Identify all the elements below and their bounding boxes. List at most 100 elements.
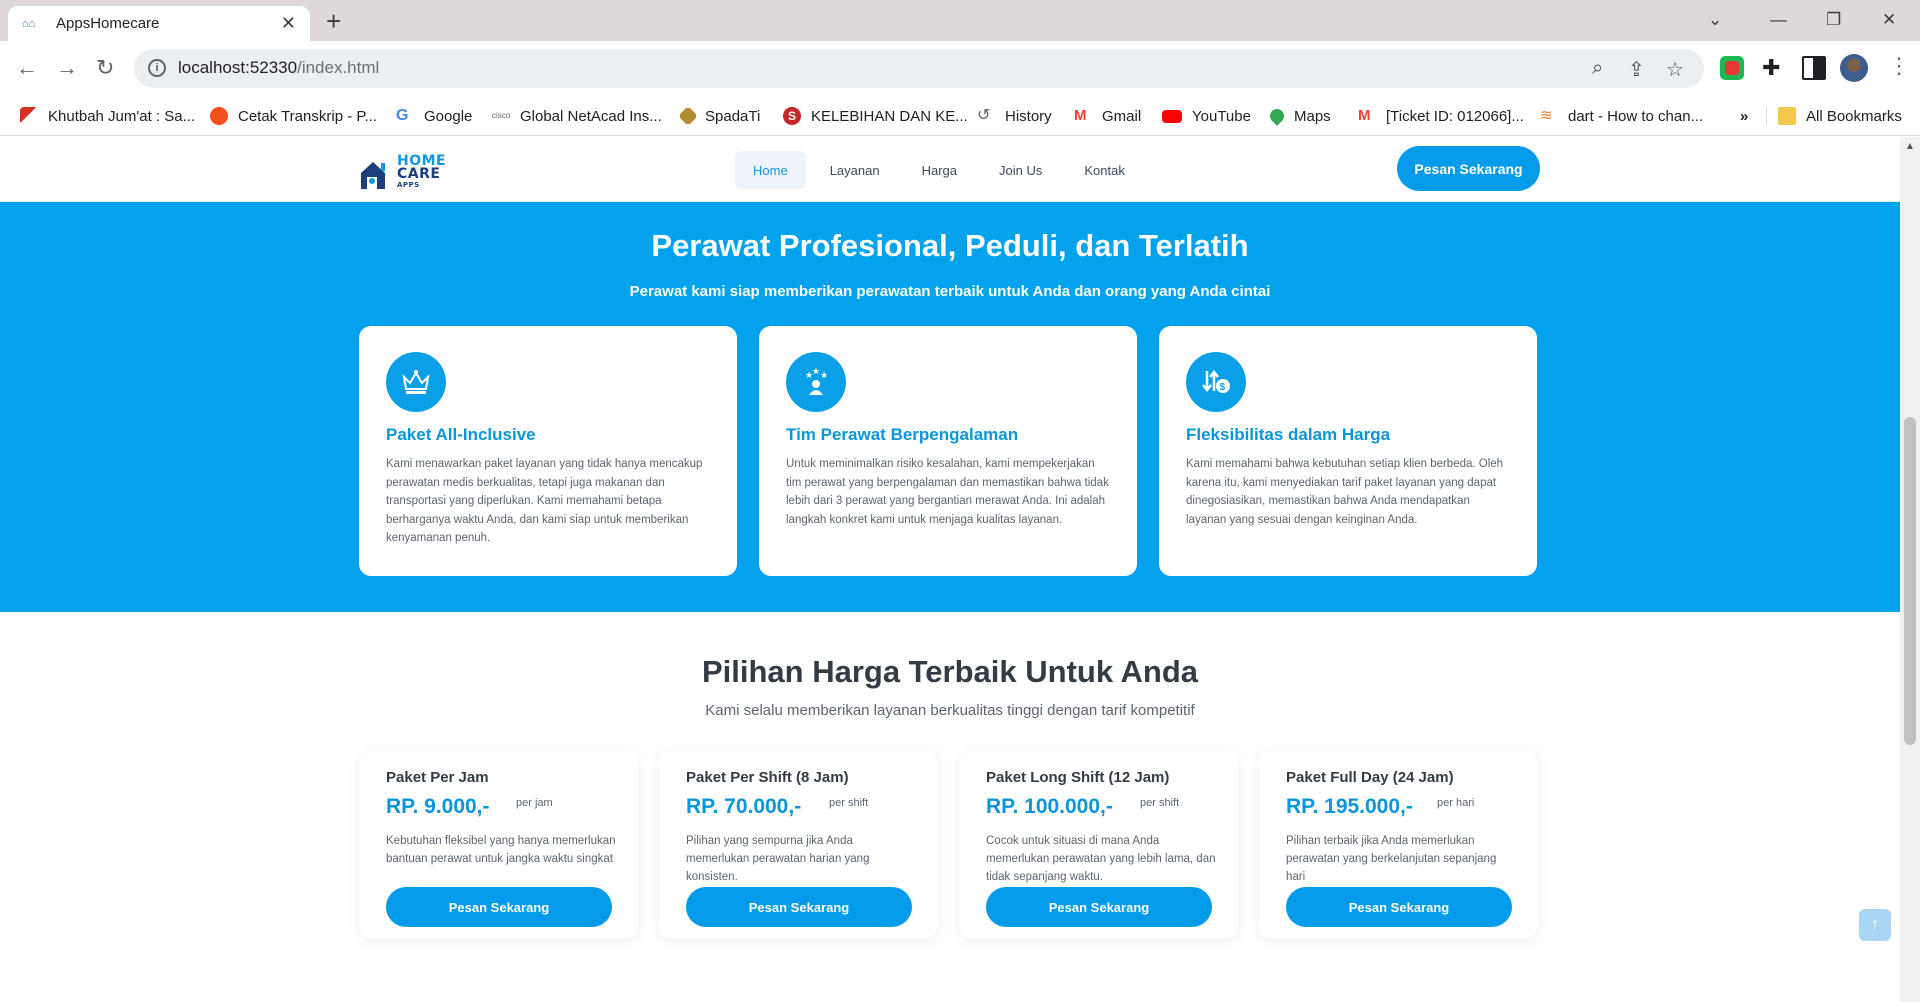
menu-harga[interactable]: Harga [904,151,975,189]
crown-icon [386,352,446,412]
features-title: Perawat Profesional, Peduli, dan Terlati… [651,228,1249,263]
bookmark-item[interactable]: ↺ History [977,96,1052,136]
site-info-icon[interactable]: i [148,59,166,77]
bookmarks-overflow-button[interactable]: » [1740,96,1748,136]
svg-text:★: ★ [820,370,828,380]
team-stars-icon: ★ ★ ★ [786,352,846,412]
stackoverflow-icon: ≋ [1540,107,1553,124]
history-icon: ↺ [977,107,991,124]
order-button[interactable]: Pesan Sekarang [686,887,912,927]
pricing-card-full-day: Paket Full Day (24 Jam) RP. 195.000,- pe… [1259,751,1538,938]
extensions-puzzle-icon[interactable]: ✚ [1762,55,1780,81]
bookmark-item[interactable]: S KELEBIHAN DAN KE... [783,96,968,136]
orange-box-icon [210,107,228,125]
menu-layanan[interactable]: Layanan [812,151,898,189]
plan-unit: per shift [829,797,869,809]
house-logo-icon [361,162,385,189]
svg-text:$: $ [1220,382,1226,393]
zoom-icon[interactable]: ⌕ [1592,57,1603,80]
browser-tabbar: ⌂⌂ AppsHomecare ✕ + ⌄ — ❐ ✕ [0,0,1920,41]
bookmark-item[interactable]: Cetak Transkrip - P... [210,96,377,136]
plan-description: Cocok untuk situasi di mana Anda memerlu… [986,835,1216,883]
back-to-top-button[interactable]: ↑ [1859,909,1891,941]
feature-card-price: $ Fleksibilitas dalam Harga Kami memaham… [1159,326,1537,576]
page-scrollbar[interactable]: ▲ [1900,137,1920,1002]
bookmark-item[interactable]: ≋ dart - How to chan... [1540,96,1703,136]
bookmark-item[interactable]: M Gmail [1074,96,1141,136]
menu-join-us[interactable]: Join Us [981,151,1060,189]
feature-text: Kami menawarkan paket layanan yang tidak… [386,458,703,544]
plan-price: RP. 70.000,- [686,795,802,818]
pricing-title: Pilihan Harga Terbaik Untuk Anda [701,654,1199,689]
new-tab-icon[interactable]: + [326,6,341,36]
s-circle-icon: S [783,107,801,125]
side-panel-icon[interactable] [1802,56,1826,80]
bookmark-item[interactable]: YouTube [1162,96,1251,136]
feature-card-team: ★ ★ ★ Tim Perawat Berpengalaman Untuk memi… [759,326,1137,576]
bookmark-item[interactable]: SpadaTi [678,96,760,136]
plan-price: RP. 9.000,- [386,795,490,818]
features-section: Perawat Profesional, Peduli, dan Terlati… [0,202,1900,612]
plan-description: Kebutuhan fleksibel yang hanya memerluka… [386,835,616,865]
scrollbar-thumb[interactable] [1904,417,1916,745]
bookmark-item[interactable]: Khutbah Jum'at : Sa... [20,96,195,136]
close-tab-icon[interactable]: ✕ [281,13,296,34]
browser-toolbar: ← → ↻ i localhost:52330/index.html ⌕ ⇪ ☆… [0,41,1920,96]
more-menu-icon[interactable]: ⋮ [1888,53,1910,79]
reload-icon[interactable]: ↻ [96,55,114,81]
page-viewport: HOME CARE APPS Home Layanan Harga Join U… [0,137,1900,1002]
folder-icon [1778,107,1796,125]
profile-avatar[interactable] [1840,54,1868,82]
extension-icon[interactable] [1720,56,1744,80]
back-icon[interactable]: ← [16,55,38,81]
feature-text: Untuk meminimalkan risiko kesalahan, kam… [786,458,1109,526]
scroll-up-arrow-icon[interactable]: ▲ [1905,141,1915,152]
site-navbar: HOME CARE APPS Home Layanan Harga Join U… [0,137,1900,202]
plan-price: RP. 195.000,- [1286,795,1413,818]
order-button[interactable]: Pesan Sekarang [1286,887,1512,927]
close-window-icon[interactable]: ✕ [1882,6,1896,34]
share-icon[interactable]: ⇪ [1628,57,1645,82]
spadati-icon [678,106,698,126]
feature-title: Paket All-Inclusive [386,425,536,444]
arrow-up-icon: ↑ [1871,916,1879,933]
plan-unit: per hari [1437,797,1475,809]
url-text[interactable]: localhost:52330/index.html [178,58,379,78]
feature-title: Tim Perawat Berpengalaman [786,425,1019,444]
order-button[interactable]: Pesan Sekarang [986,887,1212,927]
menu-kontak[interactable]: Kontak [1066,151,1142,189]
tab-search-icon[interactable]: ⌄ [1708,6,1722,34]
bookmark-item[interactable]: cisco Global NetAcad Ins... [492,96,662,136]
logo-text: HOME CARE APPS [397,153,447,189]
plan-description: Pilihan yang sempurna jika Anda memerluk… [686,835,870,883]
tab-title: AppsHomecare [56,15,160,32]
pricing-card-hourly: Paket Per Jam RP. 9.000,- per jam Kebutu… [359,751,638,938]
site-logo[interactable]: HOME CARE APPS [359,151,449,191]
bookmark-star-icon[interactable]: ☆ [1666,57,1684,82]
browser-tab[interactable]: ⌂⌂ AppsHomecare ✕ [8,6,310,41]
plan-unit: per jam [516,797,553,809]
pricing-card-shift: Paket Per Shift (8 Jam) RP. 70.000,- per… [659,751,938,938]
google-icon: G [396,107,409,124]
menu-home[interactable]: Home [735,151,806,189]
nav-order-button[interactable]: Pesan Sekarang [1397,146,1540,191]
order-button[interactable]: Pesan Sekarang [386,887,612,927]
bookmark-item[interactable]: G Google [396,96,472,136]
bookmark-item[interactable]: M [Ticket ID: 012066]... [1358,96,1524,136]
bookmarks-divider [1766,106,1767,126]
restore-icon[interactable]: ❐ [1826,6,1841,34]
feature-text: Kami memahami bahwa kebutuhan setiap kli… [1186,458,1504,526]
svg-text:★: ★ [812,367,820,376]
maps-icon [1267,106,1287,126]
bookmark-item[interactable]: Maps [1267,96,1331,136]
forward-icon[interactable]: → [56,55,78,81]
address-bar[interactable]: i localhost:52330/index.html ⌕ ⇪ ☆ [134,49,1704,88]
feature-card-all-inclusive: Paket All-Inclusive Kami menawarkan pake… [359,326,737,576]
features-subtitle: Perawat kami siap memberikan perawatan t… [629,283,1271,300]
all-bookmarks-button[interactable]: All Bookmarks [1778,96,1902,136]
price-arrows-icon: $ [1186,352,1246,412]
minimize-icon[interactable]: — [1770,6,1787,34]
bookmarks-bar: Khutbah Jum'at : Sa... Cetak Transkrip -… [0,96,1920,136]
cisco-icon: cisco [492,111,511,120]
pricing-subtitle: Kami selalu memberikan layanan berkualit… [705,702,1195,719]
